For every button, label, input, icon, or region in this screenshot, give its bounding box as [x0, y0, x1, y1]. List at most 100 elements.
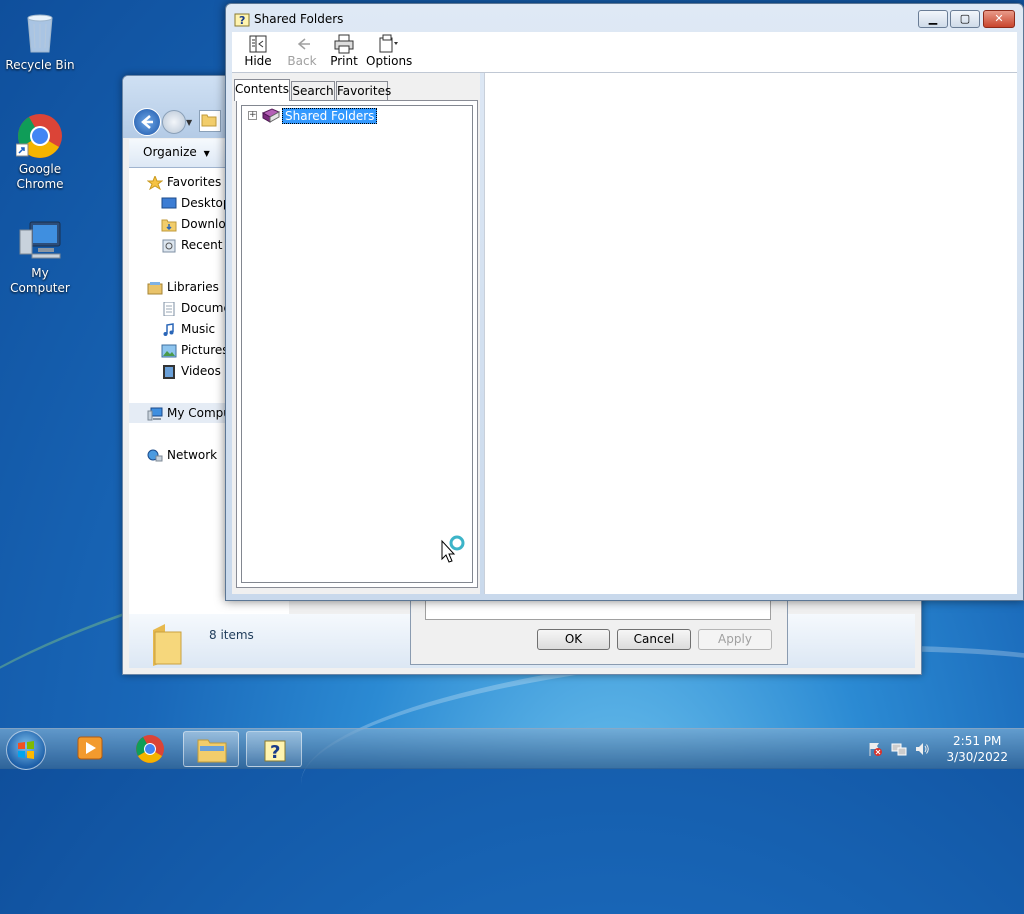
minimize-button[interactable]: ▁	[918, 10, 948, 28]
busy-cursor-icon	[441, 535, 469, 566]
start-button[interactable]	[6, 730, 46, 770]
close-button[interactable]: ✕	[983, 10, 1015, 28]
taskbar-help[interactable]: ?	[246, 731, 302, 767]
item-count: 8 items	[209, 628, 254, 642]
printer-icon	[333, 34, 355, 54]
desktop-icon-my-computer[interactable]: My Computer	[0, 216, 80, 296]
help-question-icon: ?	[264, 740, 286, 763]
help-window[interactable]: ? Shared Folders ▁ ▢ ✕ Hide Back Print O…	[225, 3, 1024, 601]
toolbar-label: Back	[287, 54, 317, 68]
nav-label: Network	[167, 448, 218, 462]
options-button[interactable]: Options	[366, 34, 413, 68]
nav-label: Desktop	[181, 196, 231, 210]
help-question-icon: ?	[234, 11, 250, 27]
volume-icon[interactable]	[914, 741, 930, 757]
address-bar[interactable]	[199, 110, 221, 132]
close-icon: ✕	[994, 12, 1004, 25]
maximize-icon: ▢	[959, 12, 971, 25]
contents-tab-panel: + Shared Folders	[236, 100, 478, 588]
organize-label: Organize	[143, 145, 197, 159]
taskbar-media-player[interactable]	[62, 731, 118, 767]
forward-button[interactable]	[162, 110, 186, 134]
document-icon	[161, 301, 177, 316]
desktop-icon-label: Google Chrome	[16, 162, 64, 191]
maximize-button[interactable]: ▢	[950, 10, 980, 28]
folder-icon	[201, 114, 217, 127]
taskbar: ? 2:51 PM 3/30/2022	[0, 728, 1024, 770]
svg-text:?: ?	[239, 14, 245, 27]
clock-date: 3/30/2022	[946, 750, 1008, 764]
recent-pages-chevron-icon[interactable]: ▼	[186, 118, 192, 127]
nav-desktop[interactable]: Desktop	[161, 193, 231, 213]
media-player-icon	[77, 736, 103, 760]
options-icon	[377, 34, 399, 54]
help-navigation-pane: Contents Search Favorites + Shared Folde…	[232, 73, 480, 594]
chrome-icon	[136, 735, 164, 763]
taskbar-chrome[interactable]	[122, 731, 178, 767]
system-clock[interactable]: 2:51 PM 3/30/2022	[946, 733, 1008, 765]
network-icon	[147, 449, 163, 463]
star-icon	[146, 174, 164, 190]
desktop-icon-label: My Computer	[10, 266, 70, 295]
chrome-icon	[15, 112, 64, 160]
back-button[interactable]	[133, 108, 161, 136]
nav-label: Favorites	[167, 175, 222, 189]
taskbar-explorer[interactable]	[183, 731, 239, 767]
desktop-icon-label: Recycle Bin	[5, 58, 75, 72]
nav-libraries[interactable]: Libraries	[147, 277, 219, 297]
nav-videos[interactable]: Videos	[161, 361, 221, 381]
nav-favorites[interactable]: Favorites	[146, 172, 222, 192]
folder-large-icon	[149, 622, 185, 669]
folder-icon	[197, 739, 227, 763]
toolbar-label: Print	[330, 54, 358, 68]
desktop-icon-recycle-bin[interactable]: Recycle Bin	[0, 8, 80, 73]
nav-network[interactable]: Network	[147, 445, 217, 465]
help-topic-pane[interactable]	[484, 73, 1017, 594]
window-title: Shared Folders	[254, 12, 344, 26]
tab-search[interactable]: Search	[291, 81, 335, 100]
film-icon	[161, 364, 177, 379]
recycle-bin-icon	[16, 8, 64, 56]
cancel-button[interactable]: Cancel	[617, 629, 691, 650]
arrow-left-icon	[141, 115, 153, 129]
action-center-flag-icon[interactable]	[867, 741, 883, 757]
tab-favorites[interactable]: Favorites	[336, 81, 391, 100]
tree-label: Shared Folders	[282, 108, 378, 124]
hide-pane-icon	[247, 34, 269, 54]
apply-button[interactable]: Apply	[698, 629, 772, 650]
properties-dialog[interactable]: OK Cancel Apply	[410, 590, 788, 665]
nav-music[interactable]: Music	[161, 319, 215, 339]
desktop-icon-google-chrome[interactable]: Google Chrome	[0, 112, 80, 192]
computer-icon	[16, 216, 64, 264]
contents-tree[interactable]: + Shared Folders	[241, 105, 473, 583]
network-status-icon[interactable]	[891, 741, 907, 757]
tab-contents[interactable]: Contents	[234, 79, 290, 101]
help-toolbar: Hide Back Print Options	[232, 32, 1017, 73]
back-button[interactable]: Back	[280, 34, 324, 68]
nav-label: Libraries	[167, 280, 219, 294]
minimize-icon: ▁	[928, 12, 938, 25]
nav-label: Pictures	[181, 343, 229, 357]
print-button[interactable]: Print	[322, 34, 366, 68]
windows-logo-icon	[18, 741, 34, 759]
expand-plus-icon[interactable]: +	[248, 111, 257, 120]
downloads-folder-icon	[161, 218, 177, 232]
music-note-icon	[161, 322, 177, 337]
organize-button[interactable]: Organize ▼	[143, 145, 210, 159]
recent-places-icon	[161, 239, 177, 253]
picture-icon	[161, 344, 177, 358]
nav-label: Videos	[181, 364, 221, 378]
desktop-icon	[161, 197, 177, 211]
chevron-down-icon: ▼	[203, 149, 210, 158]
clock-time: 2:51 PM	[953, 734, 1002, 748]
computer-icon	[147, 407, 163, 421]
ok-button[interactable]: OK	[537, 629, 610, 650]
hide-button[interactable]: Hide	[236, 34, 280, 68]
svg-text:?: ?	[270, 742, 280, 763]
book-icon	[261, 108, 281, 126]
nav-pictures[interactable]: Pictures	[161, 340, 229, 360]
toolbar-label: Options	[366, 54, 413, 68]
arrow-left-icon	[291, 34, 313, 54]
toolbar-label: Hide	[244, 54, 272, 68]
libraries-icon	[147, 281, 163, 295]
